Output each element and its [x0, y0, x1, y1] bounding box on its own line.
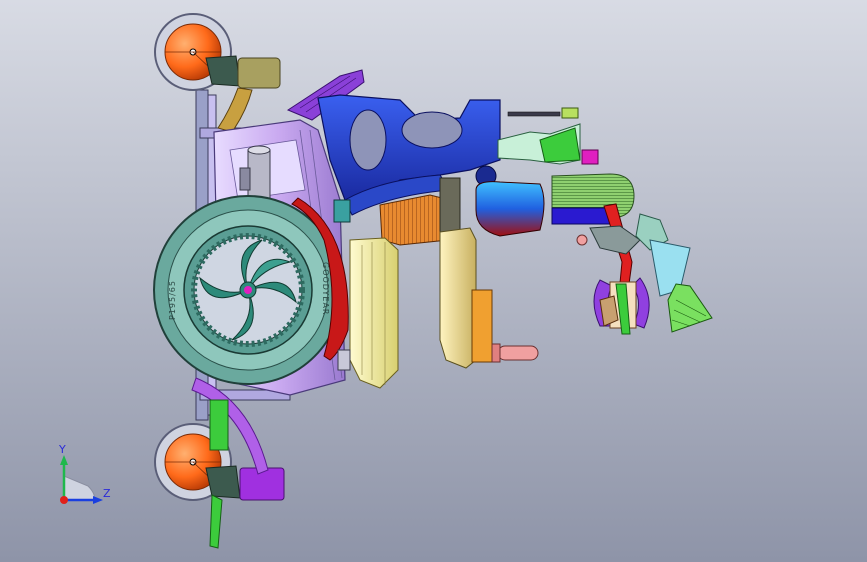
x-axis-dot-icon [60, 496, 68, 504]
armrest-pad[interactable] [349, 237, 399, 389]
motor-housing-right[interactable] [551, 173, 635, 225]
battery-block[interactable] [475, 181, 545, 237]
tire-brand-text: GOODYEAR [321, 262, 330, 316]
viewport-background [0, 0, 867, 562]
rear-wheel[interactable]: GOODYEAR P195/65 [153, 195, 343, 385]
wheel-hub-marker [244, 286, 252, 294]
z-axis-label: Z [103, 487, 111, 500]
y-axis-label: Y [58, 443, 66, 456]
handle-grip[interactable] [497, 345, 539, 361]
tire-side-text: P195/65 [168, 280, 177, 320]
model-canvas[interactable]: GOODYEAR P195/65 Y Z [0, 0, 867, 562]
gripper-assembly[interactable] [593, 277, 650, 335]
cad-viewport[interactable]: GOODYEAR P195/65 Y Z [0, 0, 867, 562]
